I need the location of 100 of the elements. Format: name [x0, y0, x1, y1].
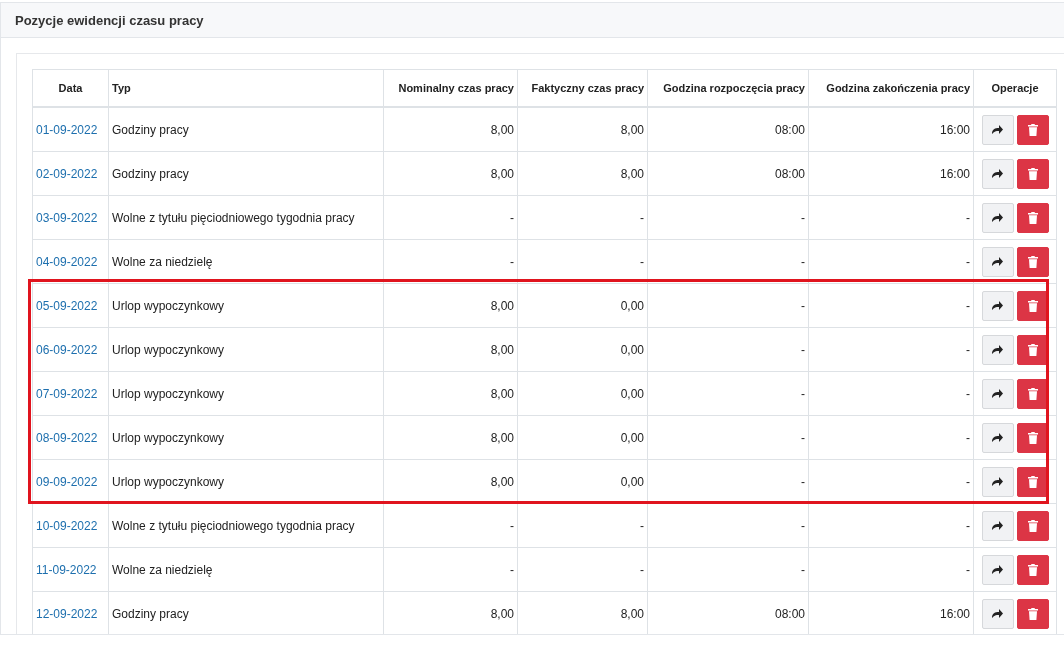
delete-button[interactable]	[1016, 466, 1049, 497]
trash-icon	[1027, 387, 1038, 400]
delete-button[interactable]	[1016, 334, 1049, 365]
share-arrow-icon	[992, 565, 1003, 574]
table-cell: -	[517, 547, 648, 592]
table-cell: -	[383, 503, 518, 548]
trash-icon	[1027, 431, 1038, 444]
forward-button[interactable]	[981, 554, 1014, 585]
share-arrow-icon	[992, 389, 1003, 398]
table-cell: Wolne za niedzielę	[108, 547, 384, 592]
delete-button[interactable]	[1016, 202, 1049, 233]
table-cell: 16:00	[808, 107, 974, 152]
table-cell: 16:00	[808, 151, 974, 196]
table-cell: 0,00	[517, 327, 648, 372]
forward-button[interactable]	[981, 158, 1014, 189]
table-cell: 8,00	[383, 107, 518, 152]
forward-button[interactable]	[981, 202, 1014, 233]
table-cell: 0,00	[517, 283, 648, 328]
column-header: Godzina rozpoczęcia pracy	[647, 69, 809, 107]
share-arrow-icon	[992, 477, 1003, 486]
table-cell: Wolne za niedzielę	[108, 239, 384, 284]
table-cell: -	[517, 503, 648, 548]
column-header: Operacje	[973, 69, 1057, 107]
table-cell: 8,00	[383, 371, 518, 416]
table-cell: -	[383, 547, 518, 592]
column-header: Nominalny czas pracy	[383, 69, 518, 107]
share-arrow-icon	[992, 345, 1003, 354]
panel-title: Pozycje ewidencji czasu pracy	[15, 12, 204, 28]
delete-button[interactable]	[1016, 246, 1049, 277]
trash-icon	[1027, 167, 1038, 180]
table-cell: -	[647, 327, 809, 372]
table-cell: Wolne z tytułu pięciodniowego tygodnia pracy	[108, 195, 384, 240]
table-cell: Urlop wypoczynkowy	[108, 283, 384, 328]
table-cell: -	[517, 239, 648, 284]
trash-icon	[1027, 343, 1038, 356]
table-cell: 8,00	[383, 327, 518, 372]
table-cell: -	[647, 503, 809, 548]
forward-button[interactable]	[981, 334, 1014, 365]
table-cell: 08:00	[647, 151, 809, 196]
table-cell: Godziny pracy	[108, 151, 384, 196]
forward-button[interactable]	[981, 246, 1014, 277]
forward-button[interactable]	[981, 422, 1014, 453]
table-cell: 0,00	[517, 371, 648, 416]
table-cell: Urlop wypoczynkowy	[108, 415, 384, 460]
trash-icon	[1027, 299, 1038, 312]
share-arrow-icon	[992, 521, 1003, 530]
table-cell: -	[647, 195, 809, 240]
table-cell: -	[808, 371, 974, 416]
table-cell: Wolne z tytułu pięciodniowego tygodnia pracy	[108, 503, 384, 548]
trash-icon	[1027, 607, 1038, 620]
column-header: Faktyczny czas pracy	[517, 69, 648, 107]
table-cell: Urlop wypoczynkowy	[108, 327, 384, 372]
delete-button[interactable]	[1016, 290, 1049, 321]
share-arrow-icon	[992, 169, 1003, 178]
table-cell: -	[808, 415, 974, 460]
trash-icon	[1027, 255, 1038, 268]
table-cell: 08:00	[647, 107, 809, 152]
table-cell: Urlop wypoczynkowy	[108, 371, 384, 416]
table-cell: -	[647, 239, 809, 284]
table-cell: 0,00	[517, 415, 648, 460]
delete-button[interactable]	[1016, 422, 1049, 453]
table-cell: -	[808, 503, 974, 548]
forward-button[interactable]	[981, 598, 1014, 629]
table-cell: 8,00	[383, 415, 518, 460]
table-cell: -	[808, 547, 974, 592]
table-cell: -	[383, 195, 518, 240]
delete-button[interactable]	[1016, 158, 1049, 189]
table-cell: 8,00	[383, 151, 518, 196]
trash-icon	[1027, 563, 1038, 576]
delete-button[interactable]	[1016, 598, 1049, 629]
forward-button[interactable]	[981, 378, 1014, 409]
table-cell: 8,00	[517, 107, 648, 152]
table-cell: -	[808, 195, 974, 240]
table-cell: 8,00	[383, 283, 518, 328]
table-cell: -	[808, 239, 974, 284]
forward-button[interactable]	[981, 114, 1014, 145]
share-arrow-icon	[992, 433, 1003, 442]
table-cell: -	[647, 415, 809, 460]
trash-icon	[1027, 211, 1038, 224]
delete-button[interactable]	[1016, 510, 1049, 541]
share-arrow-icon	[992, 213, 1003, 222]
share-arrow-icon	[992, 257, 1003, 266]
table-cell: -	[808, 327, 974, 372]
table-cell: Godziny pracy	[108, 107, 384, 152]
table-cell: -	[647, 283, 809, 328]
trash-icon	[1027, 475, 1038, 488]
forward-button[interactable]	[981, 466, 1014, 497]
forward-button[interactable]	[981, 510, 1014, 541]
table-cell: -	[383, 239, 518, 284]
table-cell: 8,00	[517, 151, 648, 196]
table-cell: -	[517, 195, 648, 240]
trash-icon	[1027, 123, 1038, 136]
delete-button[interactable]	[1016, 378, 1049, 409]
delete-button[interactable]	[1016, 114, 1049, 145]
column-header: Typ	[108, 69, 384, 107]
share-arrow-icon	[992, 609, 1003, 618]
delete-button[interactable]	[1016, 554, 1049, 585]
forward-button[interactable]	[981, 290, 1014, 321]
table-cell: -	[808, 283, 974, 328]
table-cell: -	[647, 547, 809, 592]
